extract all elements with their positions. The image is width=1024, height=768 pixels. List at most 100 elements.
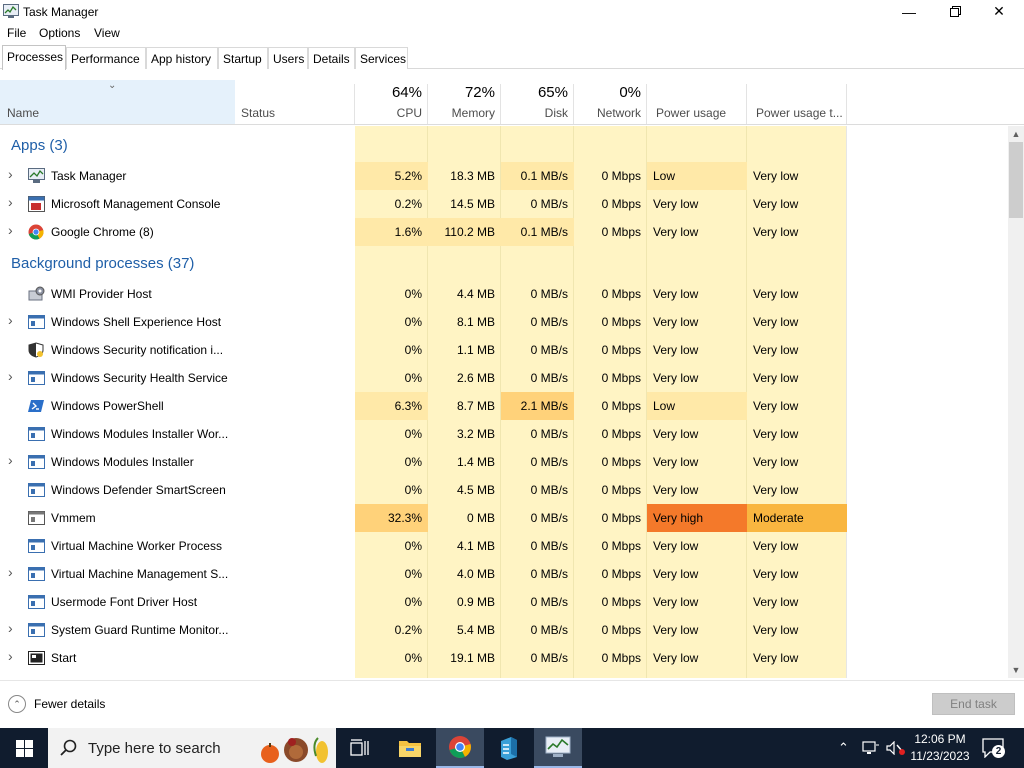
cell-net: 0 Mbps — [601, 651, 641, 665]
column-network[interactable]: 0% Network — [574, 80, 647, 124]
cell-cpu: 1.6% — [355, 218, 428, 246]
end-task-button[interactable]: End task — [932, 693, 1015, 715]
process-row[interactable]: › Google Chrome (8) 1.6% 110.2 MB 0.1 MB/s 0 … — [0, 218, 1008, 246]
tab-strip: Processes Performance App history Startu… — [0, 45, 1024, 70]
chevron-right-icon[interactable]: › — [8, 194, 13, 210]
cell-mem: 4.4 MB — [456, 287, 495, 301]
process-row[interactable]: › Windows Shell Experience Host 0% 8.1 MB 0 … — [0, 308, 1008, 336]
taskbar-search-box[interactable]: Type here to search — [48, 728, 336, 768]
cell-net: 0 Mbps — [601, 455, 641, 469]
process-row[interactable]: › System Guard Runtime Monitor... 0.2% 5.4 … — [0, 616, 1008, 644]
tab-details[interactable]: Details — [308, 47, 355, 69]
fewer-details-link[interactable]: Fewer details — [34, 697, 105, 711]
tab-services[interactable]: Services — [355, 47, 408, 69]
thanksgiving-decoration-icon — [261, 737, 328, 763]
taskbar-clock[interactable]: 12:06 PM 11/23/2023 — [900, 731, 980, 765]
chevron-up-icon[interactable]: ⌃ — [8, 695, 26, 713]
cell-disk: 0 MB/s — [530, 343, 568, 357]
minimize-button[interactable]: — — [886, 0, 932, 23]
notification-center-button[interactable]: 2 — [980, 736, 1008, 760]
process-row[interactable]: Usermode Font Driver Host 0% 0.9 MB 0 MB/s 0… — [0, 588, 1008, 616]
start-button[interactable] — [0, 728, 48, 768]
app-window-icon — [28, 566, 45, 582]
column-disk[interactable]: 65% Disk — [501, 80, 574, 124]
management-console-icon — [28, 196, 45, 212]
chrome-button[interactable] — [436, 728, 484, 768]
process-row[interactable]: › Windows Modules Installer 0% 1.4 MB 0 MB/s… — [0, 448, 1008, 476]
cell-power: Very high — [647, 504, 747, 532]
chevron-right-icon[interactable]: › — [8, 312, 13, 328]
menu-options[interactable]: Options — [39, 26, 80, 40]
chrome-icon — [28, 224, 45, 240]
app-window-icon — [28, 594, 45, 610]
process-row[interactable]: Windows Security notification i... 0% 1.1 … — [0, 336, 1008, 364]
process-row[interactable]: Vmmem 32.3% 0 MB 0 MB/s 0 Mbps Very high Moder… — [0, 504, 1008, 532]
chevron-right-icon[interactable]: › — [8, 648, 13, 664]
close-button[interactable]: ✕ — [976, 0, 1022, 23]
column-power-usage[interactable]: Power usage — [647, 80, 747, 124]
process-row[interactable]: Windows Modules Installer Wor... 0% 3.2 MB… — [0, 420, 1008, 448]
powershell-icon — [28, 398, 45, 414]
scroll-up-arrow-icon[interactable]: ▲ — [1008, 126, 1024, 142]
cell-power: Very low — [653, 225, 699, 239]
column-cpu-label: CPU — [396, 106, 422, 120]
server-app-button[interactable] — [485, 728, 533, 768]
tab-performance[interactable]: Performance — [66, 47, 146, 69]
column-status[interactable]: Status — [235, 80, 355, 124]
cell-mem: 14.5 MB — [450, 197, 495, 211]
taskbar: Type here to search ⌃ 12:06 PM 11/23/202… — [0, 728, 1024, 768]
group-header-background[interactable]: Background processes (37) — [0, 250, 1008, 280]
tab-processes[interactable]: Processes — [2, 45, 66, 70]
cell-cpu: 0.2% — [394, 623, 422, 637]
chevron-right-icon[interactable]: › — [8, 564, 13, 580]
menu-file[interactable]: File — [7, 26, 26, 40]
cell-net: 0 Mbps — [601, 539, 641, 553]
process-row[interactable]: › Task Manager 5.2% 18.3 MB 0.1 MB/s 0 Mbps Lo… — [0, 162, 1008, 190]
file-explorer-button[interactable] — [386, 728, 434, 768]
process-row[interactable]: WMI Provider Host 0% 4.4 MB 0 MB/s 0 Mbps Ver… — [0, 280, 1008, 308]
cell-power: Very low — [653, 427, 699, 441]
process-row[interactable]: › Microsoft Management Console 0.2% 14.5 MB… — [0, 190, 1008, 218]
chevron-up-icon[interactable]: ⌃ — [838, 740, 849, 756]
chevron-right-icon[interactable]: › — [8, 620, 13, 636]
restore-button[interactable] — [932, 0, 978, 23]
process-row[interactable]: Virtual Machine Worker Process 0% 4.1 MB 0 … — [0, 532, 1008, 560]
tab-startup[interactable]: Startup — [218, 47, 268, 69]
column-name[interactable]: ⌄ Name — [0, 80, 235, 124]
chevron-right-icon[interactable]: › — [8, 452, 13, 468]
column-cpu[interactable]: 64% CPU — [355, 80, 428, 124]
scrollbar-thumb[interactable] — [1009, 142, 1023, 218]
menu-view[interactable]: View — [94, 26, 120, 40]
cell-net: 0 Mbps — [601, 169, 641, 183]
process-row[interactable]: › Start 0% 19.1 MB 0 MB/s 0 Mbps Very low Very … — [0, 644, 1008, 672]
chevron-right-icon[interactable]: › — [8, 222, 13, 238]
task-view-button[interactable] — [336, 728, 384, 768]
cell-net: 0 Mbps — [601, 511, 641, 525]
chevron-right-icon[interactable]: › — [8, 166, 13, 182]
network-icon[interactable] — [862, 741, 880, 755]
process-row[interactable]: Windows Defender SmartScreen 0% 4.5 MB 0 MB… — [0, 476, 1008, 504]
disk-total: 65% — [537, 84, 568, 101]
group-header-apps[interactable]: Apps (3) — [0, 132, 1008, 162]
process-name: Virtual Machine Management S... — [51, 567, 229, 581]
cell-power: Very low — [653, 539, 699, 553]
tab-app-history[interactable]: App history — [146, 47, 218, 69]
cell-disk: 0 MB/s — [530, 287, 568, 301]
cell-mem: 5.4 MB — [456, 623, 495, 637]
cell-cpu: 0% — [404, 595, 422, 609]
vertical-scrollbar[interactable]: ▲ ▼ — [1008, 126, 1024, 678]
column-memory[interactable]: 72% Memory — [428, 80, 501, 124]
process-row[interactable]: Windows PowerShell 6.3% 8.7 MB 2.1 MB/s 0 Mb… — [0, 392, 1008, 420]
task-manager-taskbar-button[interactable] — [534, 728, 582, 768]
cell-disk: 0 MB/s — [530, 371, 568, 385]
column-power-trend[interactable]: Power usage t... — [747, 80, 847, 124]
process-row[interactable]: › Windows Security Health Service 0% 2.6 MB… — [0, 364, 1008, 392]
app-window-icon — [28, 370, 45, 386]
tab-users[interactable]: Users — [268, 47, 308, 69]
process-row[interactable]: › Virtual Machine Management S... 0% 4.0 MB… — [0, 560, 1008, 588]
chevron-right-icon[interactable]: › — [8, 368, 13, 384]
scroll-down-arrow-icon[interactable]: ▼ — [1008, 662, 1024, 678]
column-network-label: Network — [596, 106, 641, 120]
cell-disk: 0 MB/s — [530, 315, 568, 329]
process-name: Usermode Font Driver Host — [51, 595, 198, 609]
